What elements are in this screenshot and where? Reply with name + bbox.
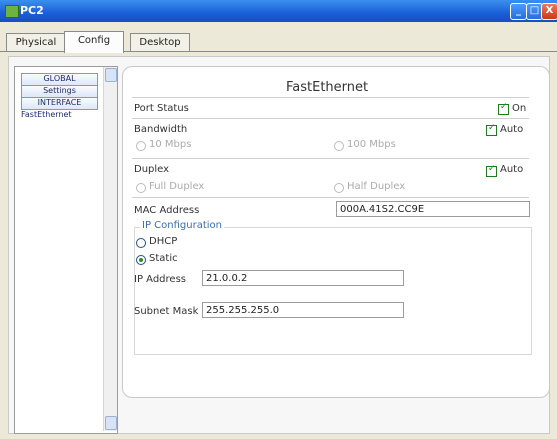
bandwidth-100-radio xyxy=(334,141,344,151)
dhcp-radio[interactable] xyxy=(136,238,146,248)
bandwidth-label: Bandwidth xyxy=(134,124,188,135)
bandwidth-100-label: 100 Mbps xyxy=(347,139,396,150)
port-status-on-label: On xyxy=(512,103,527,114)
mac-address-field[interactable]: 000A.41S2.CC9E xyxy=(336,201,530,217)
config-sidebar: GLOBAL Settings INTERFACE FastEthernet xyxy=(14,66,118,434)
half-duplex-label: Half Duplex xyxy=(347,181,406,192)
static-radio[interactable] xyxy=(136,255,146,265)
pc-app-icon xyxy=(5,5,19,18)
bandwidth-auto-label: Auto xyxy=(500,124,524,135)
static-label: Static xyxy=(149,253,178,264)
divider xyxy=(132,118,529,119)
port-status-checkbox[interactable] xyxy=(498,102,509,115)
panel-title: FastEthernet xyxy=(286,80,369,95)
subnet-mask-label: Subnet Mask xyxy=(134,306,199,317)
tab-config[interactable]: Config xyxy=(64,31,124,53)
title-bar: PC2 _ □ X xyxy=(0,0,557,22)
tab-desktop[interactable]: Desktop xyxy=(130,33,190,52)
sidebar-scrollbar[interactable] xyxy=(103,67,117,431)
port-status-label: Port Status xyxy=(134,103,189,114)
minimize-button[interactable]: _ xyxy=(510,3,527,20)
bandwidth-10-label: 10 Mbps xyxy=(149,139,192,150)
subnet-mask-field[interactable]: 255.255.255.0 xyxy=(202,302,404,318)
tab-physical[interactable]: Physical xyxy=(6,33,66,52)
half-duplex-radio xyxy=(334,183,344,193)
scroll-up-arrow[interactable] xyxy=(105,68,117,82)
duplex-label: Duplex xyxy=(134,164,170,175)
full-duplex-label: Full Duplex xyxy=(149,181,205,192)
bandwidth-auto-checkbox[interactable] xyxy=(486,123,497,136)
sidebar-item-fastethernet[interactable]: FastEthernet xyxy=(21,109,97,120)
ip-configuration-group xyxy=(134,227,532,355)
divider xyxy=(132,158,529,159)
full-duplex-radio xyxy=(136,183,146,193)
divider xyxy=(132,197,529,198)
window-title: PC2 xyxy=(20,4,44,17)
duplex-auto-checkbox[interactable] xyxy=(486,164,497,177)
title-divider xyxy=(132,97,529,98)
dhcp-label: DHCP xyxy=(149,236,178,247)
close-button[interactable]: X xyxy=(541,3,557,20)
ip-address-field[interactable]: 21.0.0.2 xyxy=(202,270,404,286)
bandwidth-10-radio xyxy=(136,141,146,151)
ip-configuration-legend: IP Configuration xyxy=(140,220,224,231)
mac-address-label: MAC Address xyxy=(134,205,200,216)
duplex-auto-label: Auto xyxy=(500,164,524,175)
ip-address-label: IP Address xyxy=(134,274,186,285)
scroll-down-arrow[interactable] xyxy=(105,416,117,430)
